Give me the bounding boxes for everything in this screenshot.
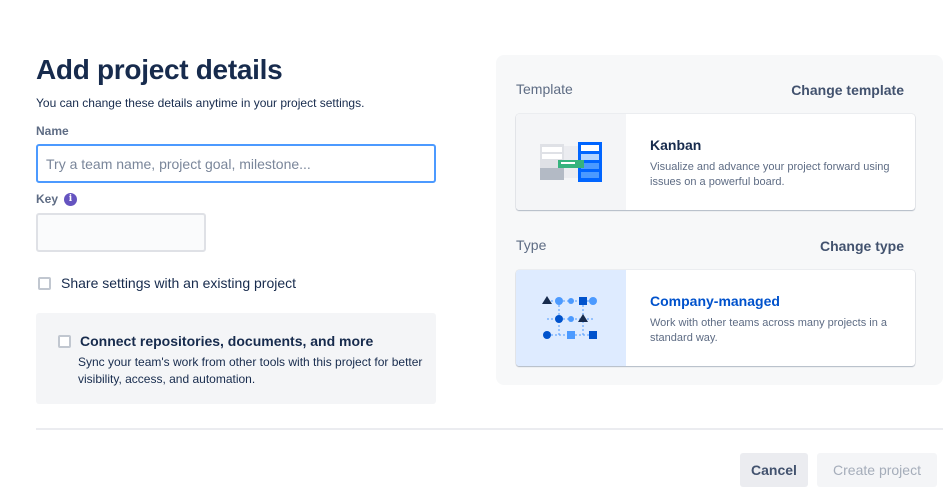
info-icon[interactable]: i	[64, 192, 78, 206]
key-label-text: Key	[36, 192, 59, 206]
kanban-board-illustration-icon	[516, 114, 626, 210]
template-card[interactable]: Kanban Visualize and advance your projec…	[516, 114, 915, 210]
key-label: Key i	[36, 192, 78, 206]
name-label-text: Name	[36, 124, 69, 138]
type-card[interactable]: Company-managed Work with other teams ac…	[516, 270, 915, 366]
change-type-button[interactable]: Change type	[820, 238, 904, 254]
share-settings-checkbox[interactable]	[38, 276, 51, 290]
name-label: Name	[36, 124, 69, 138]
cancel-button[interactable]: Cancel	[740, 453, 808, 487]
page-title: Add project details	[36, 54, 283, 85]
project-key-input[interactable]	[36, 213, 206, 252]
connect-tools-box: Connect repositories, documents, and mor…	[36, 313, 436, 404]
connect-tools-title: Connect repositories, documents, and mor…	[80, 333, 374, 349]
create-project-button[interactable]: Create project	[817, 453, 937, 487]
change-template-button[interactable]: Change template	[791, 82, 904, 98]
company-managed-illustration-icon	[516, 270, 626, 366]
type-section-label: Type	[516, 237, 547, 253]
share-settings-label: Share settings with an existing project	[61, 275, 297, 291]
template-section-label: Template	[516, 81, 573, 97]
connect-tools-checkbox[interactable]	[58, 335, 71, 348]
type-card-title: Company-managed	[650, 293, 780, 309]
project-name-input[interactable]	[36, 144, 436, 183]
connect-tools-description: Sync your team's work from other tools w…	[78, 355, 423, 386]
share-settings-option[interactable]: Share settings with an existing project	[38, 275, 296, 291]
type-card-description: Work with other teams across many projec…	[650, 317, 887, 344]
template-type-panel: Template Change template Kanban Visualiz…	[496, 55, 943, 385]
page-subtitle: You can change these details anytime in …	[36, 96, 365, 110]
template-card-description: Visualize and advance your project forwa…	[650, 161, 890, 188]
template-card-title: Kanban	[650, 137, 702, 153]
footer-divider	[36, 428, 943, 430]
